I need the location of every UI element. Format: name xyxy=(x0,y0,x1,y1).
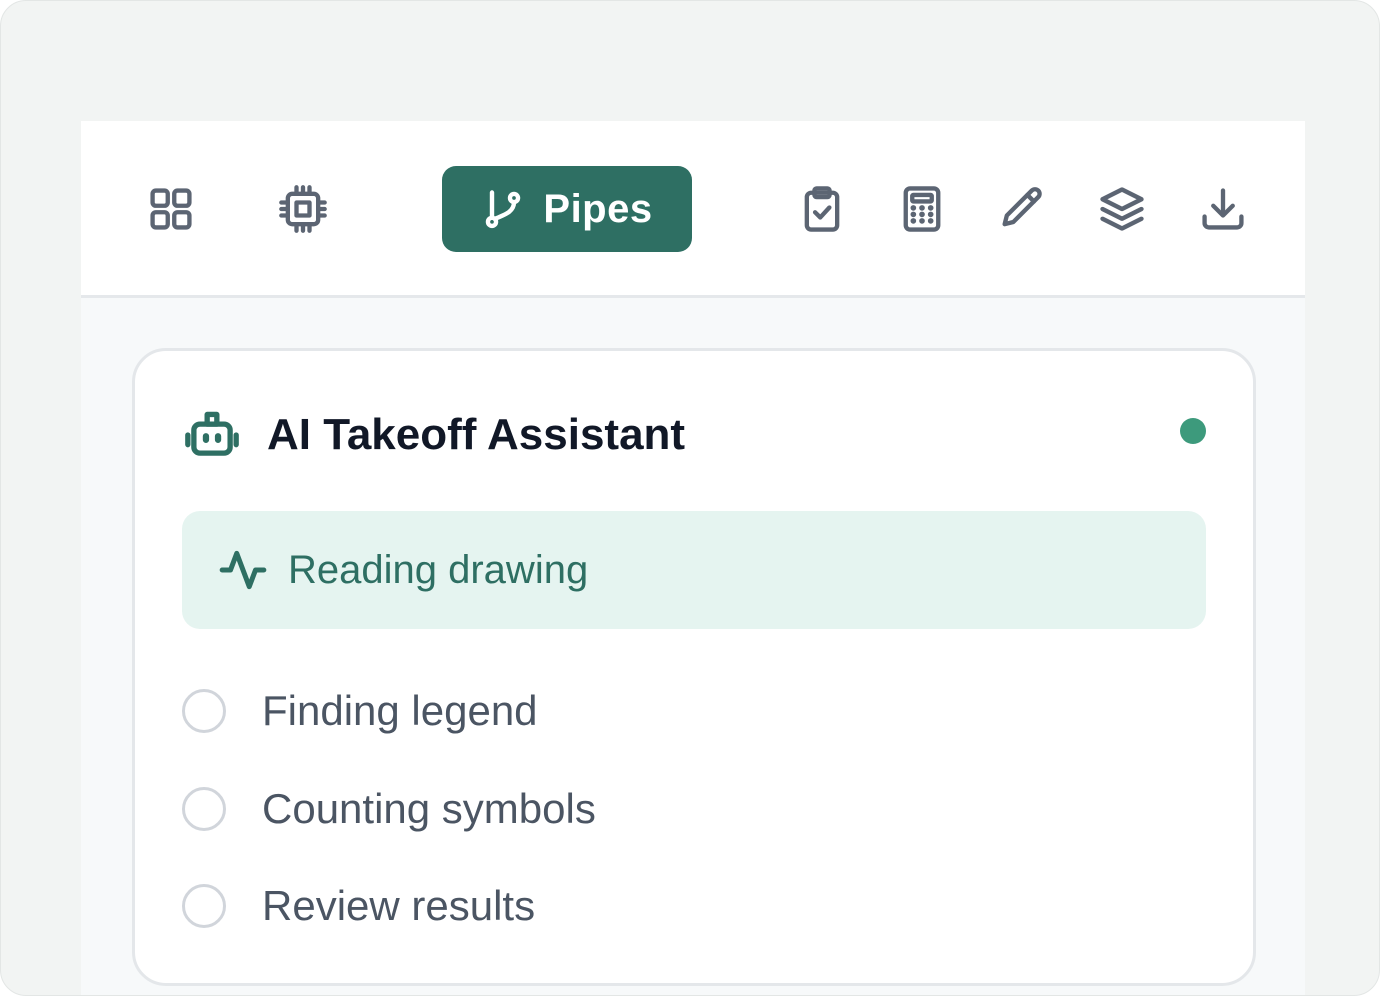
assistant-header: AI Takeoff Assistant xyxy=(183,406,685,464)
layers-icon xyxy=(1100,187,1144,231)
pipes-tab-label: Pipes xyxy=(543,186,653,231)
pencil-icon xyxy=(1002,187,1042,227)
step-item: Counting symbols xyxy=(182,785,596,833)
pending-circle-icon xyxy=(182,884,226,928)
pending-circle-icon xyxy=(182,689,226,733)
checklist-button[interactable] xyxy=(792,179,852,239)
pending-circle-icon xyxy=(182,787,226,831)
pipes-tab-button[interactable]: Pipes xyxy=(442,166,692,252)
download-icon xyxy=(1202,188,1244,230)
download-button[interactable] xyxy=(1193,179,1253,239)
dashboard-button[interactable] xyxy=(141,179,201,239)
chip-icon xyxy=(279,185,327,233)
active-step: Reading drawing xyxy=(182,511,1206,629)
toolbar: Pipes xyxy=(81,121,1305,298)
processor-button[interactable] xyxy=(273,179,333,239)
assistant-title: AI Takeoff Assistant xyxy=(267,410,686,459)
robot-icon xyxy=(185,411,239,456)
grid-icon xyxy=(150,188,192,230)
edit-button[interactable] xyxy=(992,179,1052,239)
main-panel: Pipes AI Takeoff Assistant Reading drawi… xyxy=(81,121,1305,995)
step-label: Finding legend xyxy=(262,687,538,734)
step-item: Review results xyxy=(182,882,535,930)
calculator-button[interactable] xyxy=(892,179,952,239)
step-label: Review results xyxy=(262,882,536,929)
step-label: Counting symbols xyxy=(262,785,596,832)
assistant-card: AI Takeoff Assistant Reading drawing Fin… xyxy=(132,348,1256,986)
active-step-label: Reading drawing xyxy=(288,547,589,592)
status-indicator xyxy=(1180,418,1206,444)
pipes-icon xyxy=(486,190,521,229)
app-frame: Pipes AI Takeoff Assistant Reading drawi… xyxy=(0,0,1380,996)
activity-icon xyxy=(219,550,267,590)
clipboard-check-icon xyxy=(804,186,840,232)
calculator-icon xyxy=(903,186,941,232)
layers-button[interactable] xyxy=(1092,179,1152,239)
step-item: Finding legend xyxy=(182,687,538,735)
